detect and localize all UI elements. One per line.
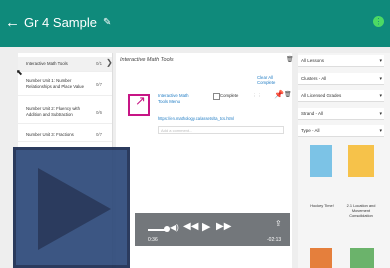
- play-triangle-icon: [38, 168, 111, 250]
- sidebar-item-number-unit-3[interactable]: Number Unit 3: Fractions 0/7: [18, 129, 112, 142]
- book-cover[interactable]: [310, 248, 332, 268]
- book-cover[interactable]: [310, 145, 332, 177]
- strand-dropdown[interactable]: Strand - All ▾: [298, 108, 384, 120]
- pin-icon[interactable]: 📌: [274, 90, 284, 99]
- filter-panel: All Lessons ▾ Clusters - All ▾ All Licen…: [298, 53, 390, 268]
- external-link-icon[interactable]: ↗: [128, 93, 150, 116]
- complete-label: Complete: [220, 93, 239, 98]
- user-menu-icon[interactable]: ⋮: [373, 16, 384, 27]
- dropdown-value: All Lessons: [301, 58, 325, 63]
- dropdown-value: Strand - All: [301, 111, 324, 116]
- chevron-down-icon: ▾: [379, 128, 382, 134]
- sidebar-item-label: Number Unit 1: Number Relationships and …: [26, 78, 84, 89]
- book-title: Hockey Time!: [310, 203, 334, 208]
- chevron-down-icon: ▾: [379, 58, 382, 64]
- share-icon[interactable]: ⇪: [275, 219, 282, 228]
- book-cover[interactable]: [350, 248, 374, 268]
- sidebar-item-count: 0/7: [96, 82, 102, 87]
- clear-all-complete-link[interactable]: Clear All Complete: [257, 75, 292, 85]
- fast-forward-icon[interactable]: ▶▶: [216, 221, 231, 232]
- sidebar-item-number-unit-2[interactable]: Number Unit 2: Fluency with Addition and…: [18, 103, 112, 124]
- remaining-time: -02:13: [267, 237, 282, 243]
- book-cover[interactable]: [348, 145, 374, 177]
- sidebar-item-number-unit-1[interactable]: Number Unit 1: Number Relationships and …: [18, 75, 112, 96]
- sidebar-item-interactive-math-tools[interactable]: Interactive Math Tools 0/1 ❯: [18, 57, 113, 72]
- mouse-cursor-icon: ⬉: [16, 68, 23, 77]
- sidebar-item-count: 0/6: [96, 110, 102, 115]
- drag-handle-icon[interactable]: ⋮ ⋮: [252, 93, 262, 99]
- dropdown-value: All Licensed Grades: [301, 93, 342, 98]
- section-title: Interactive Math Tools: [120, 57, 174, 63]
- grades-dropdown[interactable]: All Licensed Grades ▾: [298, 90, 384, 102]
- trash-icon[interactable]: 🗑: [286, 56, 294, 63]
- dropdown-value: Type - All: [301, 128, 320, 133]
- back-button[interactable]: ← Gr 4 Sample ✎: [5, 14, 111, 31]
- book-title: 2.1 Location and Movement Consolidation: [346, 203, 376, 218]
- sidebar-item-count: 0/7: [96, 132, 102, 137]
- sidebar-item-label: Number Unit 2: Fluency with Addition and…: [26, 106, 80, 117]
- dropdown-value: Clusters - All: [301, 76, 327, 81]
- chevron-right-icon[interactable]: ❯: [106, 58, 113, 67]
- back-arrow-icon[interactable]: ←: [5, 14, 20, 31]
- resource-url-link[interactable]: https://en.mathology.ca/assets/ta_tcs.ht…: [158, 116, 234, 121]
- complete-checkbox[interactable]: [213, 93, 220, 100]
- edit-pencil-icon[interactable]: ✎: [103, 17, 111, 28]
- sidebar-item-label: Interactive Math Tools: [26, 61, 68, 66]
- top-bar: ← Gr 4 Sample ✎ ⋮: [0, 0, 390, 47]
- rewind-icon[interactable]: ◀◀: [183, 221, 198, 232]
- chevron-down-icon: ▾: [379, 76, 382, 82]
- sidebar-item-label: Number Unit 3: Fractions: [26, 132, 74, 137]
- resource-card: ↗ Interactive Math Tools Menu Complete ⋮…: [124, 88, 292, 136]
- trash-icon[interactable]: 🗑: [284, 91, 292, 98]
- lessons-dropdown[interactable]: All Lessons ▾: [298, 55, 384, 67]
- volume-icon[interactable]: ◀): [170, 223, 179, 232]
- video-play-button[interactable]: [13, 147, 130, 268]
- play-icon[interactable]: ▶: [202, 220, 210, 233]
- type-dropdown[interactable]: Type - All ▾: [298, 125, 384, 137]
- comment-field[interactable]: Add a comment...: [158, 126, 284, 134]
- clusters-dropdown[interactable]: Clusters - All ▾: [298, 73, 384, 85]
- sidebar-item-count: 0/1: [96, 61, 102, 66]
- chevron-down-icon: ▾: [379, 111, 382, 117]
- resource-title-link[interactable]: Interactive Math Tools Menu: [158, 93, 198, 105]
- current-time: 0:36: [148, 237, 158, 243]
- chevron-down-icon: ▾: [379, 93, 382, 99]
- page-title: Gr 4 Sample: [24, 15, 97, 30]
- audio-player: ◀) ◀◀ ▶ ▶▶ ⇪ 0:36 -02:13: [135, 213, 290, 246]
